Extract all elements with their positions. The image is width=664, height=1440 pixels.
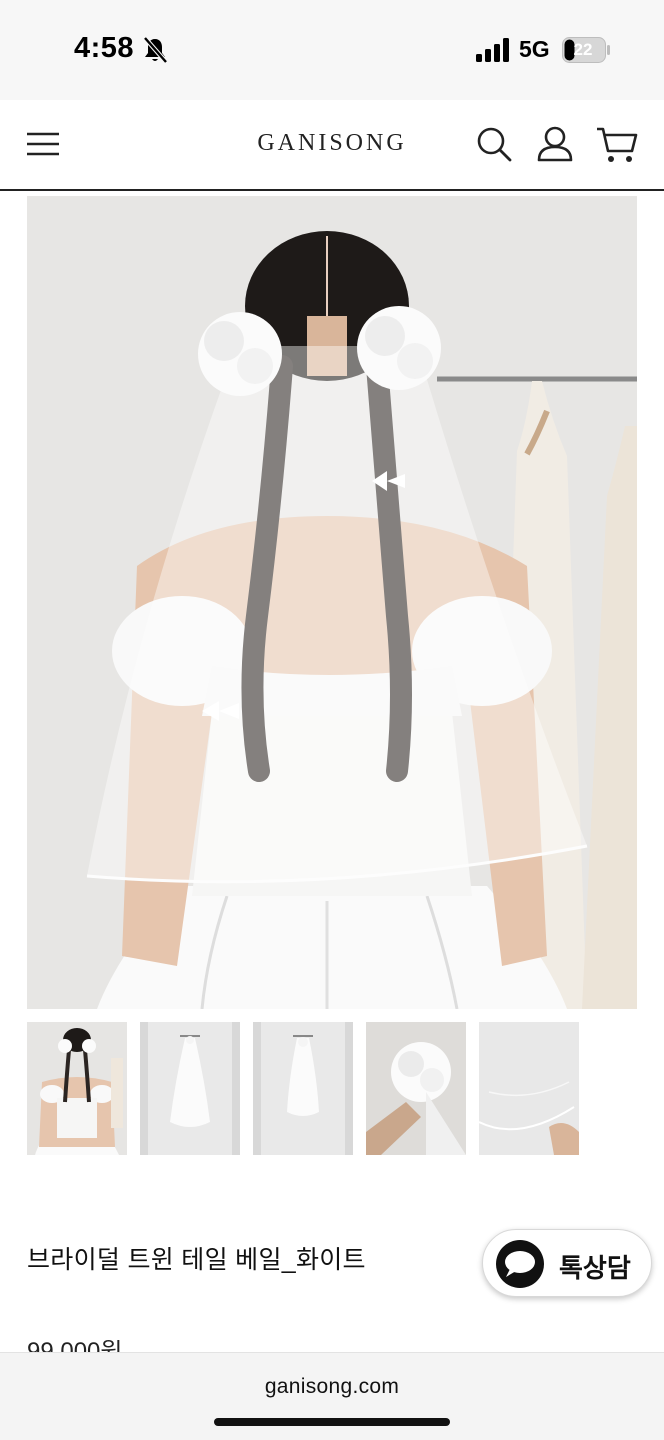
url-label[interactable]: ganisong.com [0,1375,664,1399]
home-indicator [214,1418,450,1426]
flower-corsage-closeup-thumbnail[interactable] [366,1022,466,1155]
chat-button-label: 톡상담 [559,1253,631,1283]
search-icon[interactable] [476,126,512,162]
product-page: 4:58 5G 22 GANISONG 브라이덜 트윈 테일 베일_화이트 99… [0,0,664,1440]
status-bar: 4:58 5G 22 [0,0,664,100]
hamburger-menu-icon[interactable] [26,130,60,158]
veil-hanging-thumbnail-1[interactable] [140,1022,240,1155]
bell-slash-icon [143,36,168,64]
battery-level: 22 [573,40,593,59]
chat-bubble-icon [496,1240,544,1288]
veil-hanging-thumbnail-2[interactable] [253,1022,353,1155]
brand-logo[interactable]: GANISONG [232,130,432,157]
main-product-image[interactable] [27,196,637,1009]
site-header: GANISONG [0,100,664,191]
kakao-chat-button[interactable]: 톡상담 [482,1229,652,1297]
cart-icon[interactable] [596,126,638,164]
status-time: 4:58 [74,32,135,64]
veil-edge-detail-thumbnail[interactable] [479,1022,579,1155]
browser-address-bar[interactable]: ganisong.com [0,1352,664,1440]
user-icon[interactable] [536,126,574,162]
network-type: 5G [519,36,550,62]
product-title: 브라이덜 트윈 테일 베일_화이트 [27,1246,366,1274]
cellular-signal-icon [476,38,509,62]
thumbnail-strip [27,1022,587,1155]
bride-back-veil-thumbnail[interactable] [27,1022,127,1155]
